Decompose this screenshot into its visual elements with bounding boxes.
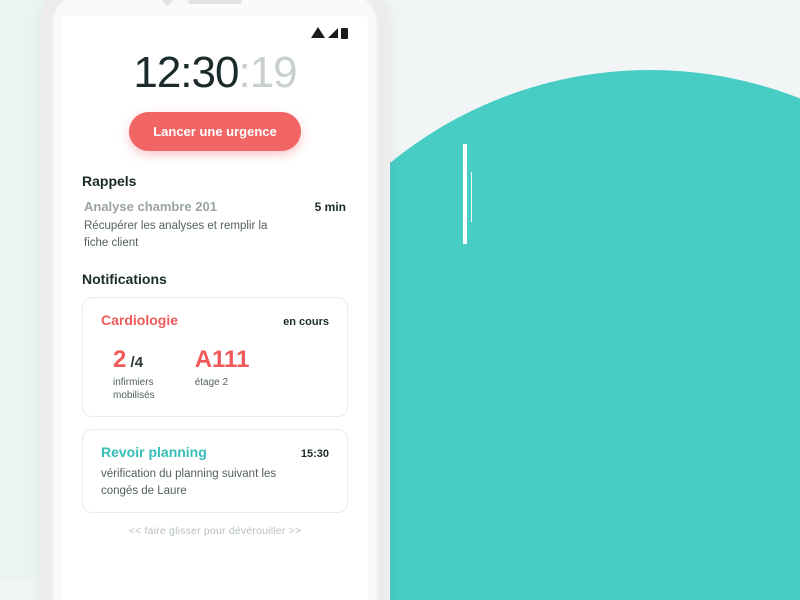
app-screen: 12:30:19 Lancer une urgence Rappels Anal… — [62, 16, 368, 600]
notif-count-total: /4 — [126, 354, 143, 371]
clock-hhmm: 12:30 — [133, 48, 238, 97]
notif-title: Revoir planning — [101, 444, 207, 460]
notif-room-label: étage 2 — [195, 376, 250, 389]
phone-camera — [163, 0, 172, 5]
emergency-button[interactable]: Lancer une urgence — [129, 112, 301, 151]
notif-count-current: 2 — [113, 346, 126, 373]
notification-card-planning[interactable]: Revoir planning 15:30 vérification du pl… — [82, 429, 348, 512]
slide-to-unlock-hint[interactable]: << faire glisser pour dévérouiller >> — [82, 525, 348, 537]
rappel-description: Récupérer les analyses et remplir la fic… — [84, 218, 274, 251]
notif-nurse-count: 2 /4 infirmiers mobilisés — [113, 346, 155, 402]
battery-icon — [341, 28, 348, 39]
clock-seconds: :19 — [238, 48, 296, 97]
clock-time: 12:30:19 — [82, 48, 348, 98]
background-tick-mark-thin — [471, 172, 472, 222]
section-rappels-title: Rappels — [82, 173, 348, 189]
notif-time: 15:30 — [301, 448, 329, 460]
notif-room: A111 étage 2 — [195, 346, 250, 402]
rappel-item[interactable]: Analyse chambre 201 5 min Récupérer les … — [82, 199, 348, 251]
signal-icon — [328, 28, 338, 38]
wifi-icon — [311, 27, 325, 38]
rappel-title: Analyse chambre 201 — [84, 199, 217, 214]
notif-title: Cardiologie — [101, 312, 178, 328]
status-bar — [82, 26, 348, 40]
notif-description: vérification du planning suivant les con… — [101, 466, 291, 499]
background-tick-mark — [463, 144, 467, 244]
phone-speaker — [188, 0, 242, 4]
rappel-time: 5 min — [315, 200, 346, 214]
notif-count-label: infirmiers mobilisés — [113, 376, 155, 402]
notif-status: en cours — [283, 316, 329, 328]
section-notifications-title: Notifications — [82, 271, 348, 287]
phone-frame: 12:30:19 Lancer une urgence Rappels Anal… — [40, 0, 390, 600]
notif-room-code: A111 — [195, 346, 250, 374]
notification-card-cardiologie[interactable]: Cardiologie en cours 2 /4 infirmiers mob… — [82, 297, 348, 417]
